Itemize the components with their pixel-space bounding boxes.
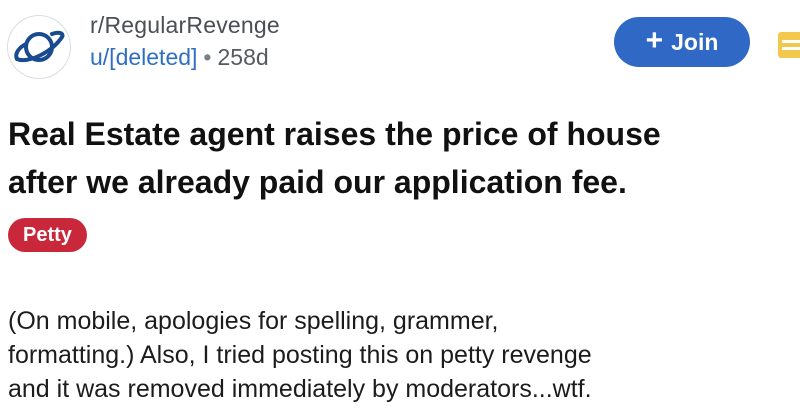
post-meta: u/[deleted] • 258d bbox=[90, 44, 269, 71]
post-age: 258d bbox=[217, 44, 269, 70]
title-line-1: Real Estate agent raises the price of ho… bbox=[8, 116, 661, 152]
post-body: (On mobile, apologies for spelling, gram… bbox=[8, 304, 798, 406]
join-label: Join bbox=[671, 28, 719, 55]
meta-separator: • bbox=[203, 44, 212, 70]
join-button[interactable]: + Join bbox=[614, 17, 750, 67]
body-line-2: formatting.) Also, I tried posting this … bbox=[8, 341, 592, 369]
body-line-1: (On mobile, apologies for spelling, gram… bbox=[8, 307, 499, 335]
post-header: r/RegularRevenge u/[deleted] • 258d + Join bbox=[0, 0, 800, 100]
title-line-2: after we already paid our application fe… bbox=[8, 164, 627, 200]
author-link[interactable]: u/[deleted] bbox=[90, 44, 197, 70]
subreddit-avatar[interactable] bbox=[8, 16, 70, 78]
subreddit-name[interactable]: r/RegularRevenge bbox=[90, 12, 280, 39]
flair-badge[interactable]: Petty bbox=[8, 218, 87, 252]
planet-icon bbox=[14, 30, 65, 63]
plus-icon: + bbox=[645, 24, 664, 57]
post-title[interactable]: Real Estate agent raises the price of ho… bbox=[8, 110, 798, 206]
body-line-3: and it was removed immediately by modera… bbox=[8, 375, 592, 403]
menu-icon[interactable] bbox=[778, 32, 800, 58]
